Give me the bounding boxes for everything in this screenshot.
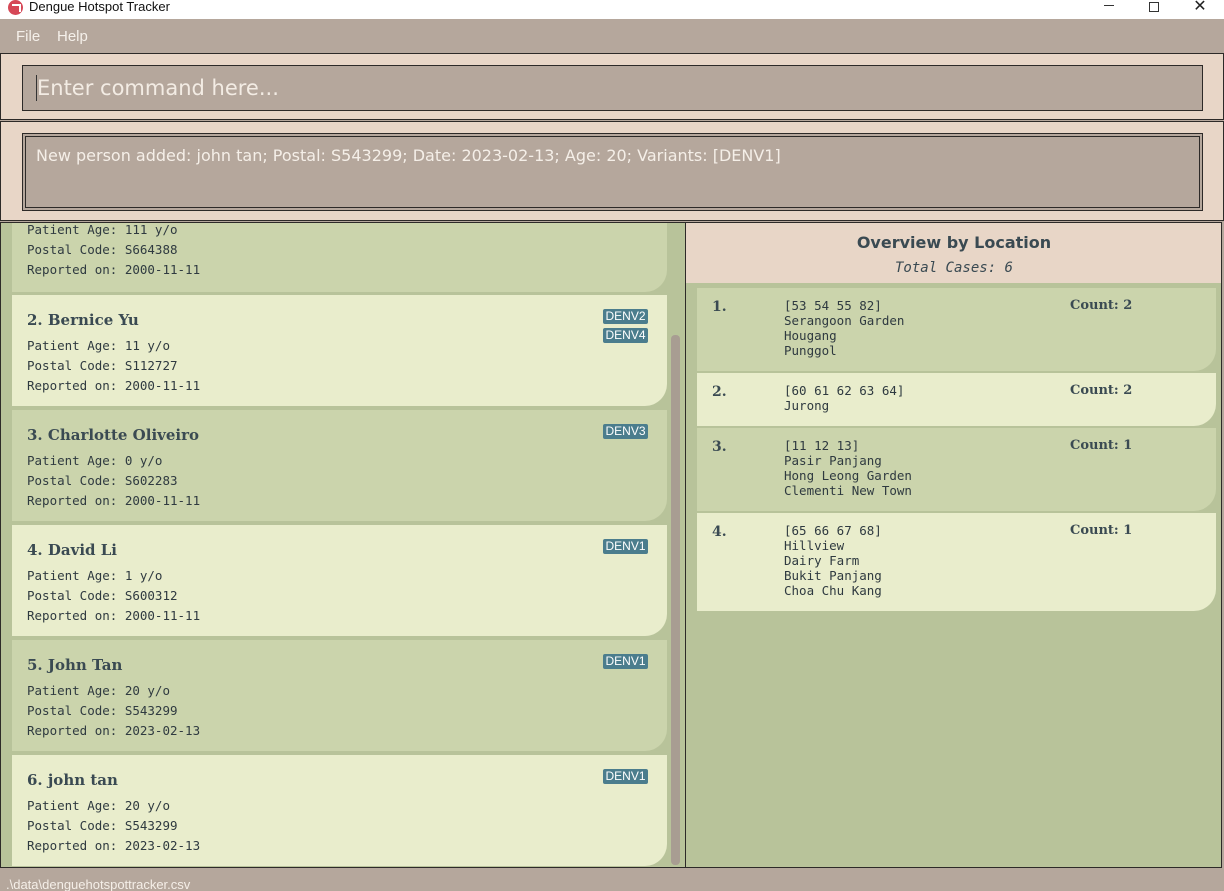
minimize-icon — [1104, 5, 1114, 6]
location-postals: [65 66 67 68] — [784, 523, 882, 538]
maximize-icon — [1149, 1, 1159, 12]
location-card[interactable]: 4. [65 66 67 68] Hillview Dairy Farm Buk… — [697, 513, 1216, 611]
person-card[interactable]: 6. john tan DENV1 Patient Age: 20 y/o Po… — [12, 755, 667, 866]
app-logo-icon — [8, 0, 23, 15]
location-area: Bukit Panjang — [784, 568, 882, 583]
menu-bar: File Help — [0, 19, 1224, 53]
postal-code: Postal Code: S112727 — [27, 358, 178, 373]
title-bar: Dengue Hotspot Tracker ✕ — [0, 0, 1224, 19]
location-area: Hougang — [784, 328, 837, 343]
window-title: Dengue Hotspot Tracker — [29, 0, 170, 14]
person-card[interactable]: 4. David Li DENV1 Patient Age: 1 y/o Pos… — [12, 525, 667, 636]
overview-panel: Overview by Location Total Cases: 6 1. [… — [686, 222, 1222, 868]
location-area: Serangoon Garden — [784, 313, 905, 328]
location-area: Jurong — [784, 398, 830, 413]
command-input[interactable] — [22, 65, 1203, 111]
overview-header: Overview by Location Total Cases: 6 — [686, 223, 1221, 283]
location-count: Count: 1 — [1070, 523, 1133, 538]
overview-title: Overview by Location — [856, 233, 1052, 252]
patient-age: Patient Age: 20 y/o — [27, 798, 170, 813]
location-count: Count: 1 — [1070, 438, 1133, 453]
menu-file[interactable]: File — [16, 28, 40, 45]
variant-badge: DENV4 — [603, 328, 648, 343]
location-area: Punggol — [784, 343, 837, 358]
variant-badge: DENV1 — [603, 654, 648, 669]
location-postals: [11 12 13] — [784, 438, 860, 453]
postal-code: Postal Code: S543299 — [27, 818, 178, 833]
reported-date: Reported on: 2023-02-13 — [27, 723, 201, 738]
patient-age: Patient Age: 20 y/o — [27, 683, 170, 698]
location-index: 4. — [712, 524, 727, 540]
location-area: Hillview — [784, 538, 845, 553]
location-area: Pasir Panjang — [784, 453, 882, 468]
total-cases: Total Cases: 6 — [894, 260, 1013, 276]
location-area: Clementi New Town — [784, 483, 912, 498]
patient-age: Patient Age: 1 y/o — [27, 568, 163, 583]
patient-age: Patient Age: 0 y/o — [27, 453, 163, 468]
person-name: 4. David Li — [27, 541, 117, 559]
patient-age: Patient Age: 11 y/o — [27, 338, 170, 353]
result-message: New person added: john tan; Postal: S543… — [36, 146, 781, 165]
person-name: 5. John Tan — [27, 656, 123, 674]
location-count: Count: 2 — [1070, 298, 1133, 313]
location-area: Choa Chu Kang — [784, 583, 882, 598]
result-display[interactable]: New person added: john tan; Postal: S543… — [22, 133, 1203, 211]
menu-help[interactable]: Help — [57, 28, 88, 45]
reported-date: Reported on: 2000-11-11 — [27, 493, 201, 508]
reported-date: Reported on: 2000-11-11 — [27, 378, 201, 393]
reported-date: Reported on: 2000-11-11 — [27, 262, 201, 277]
variant-badge: DENV3 — [603, 424, 648, 439]
variant-badge: DENV1 — [603, 769, 648, 784]
location-index: 2. — [712, 384, 727, 400]
postal-code: Postal Code: S602283 — [27, 473, 178, 488]
variant-badge: DENV1 — [603, 539, 648, 554]
person-name: 3. Charlotte Oliveiro — [27, 426, 200, 444]
postal-code: Postal Code: S664388 — [27, 242, 178, 257]
location-count: Count: 2 — [1070, 383, 1133, 398]
location-postals: [60 61 62 63 64] — [784, 383, 905, 398]
person-name: 6. john tan — [27, 771, 118, 789]
command-box-panel — [0, 53, 1224, 120]
location-area: Hong Leong Garden — [784, 468, 912, 483]
postal-code: Postal Code: S543299 — [27, 703, 178, 718]
close-icon: ✕ — [1193, 0, 1207, 15]
status-bar: .\data\denguehotspottracker.csv — [0, 869, 1224, 891]
person-list-scrollbar[interactable] — [671, 335, 680, 865]
save-file-path: .\data\denguehotspottracker.csv — [6, 877, 191, 891]
text-caret — [36, 75, 37, 101]
variant-badge: DENV2 — [603, 309, 648, 324]
location-card[interactable]: 2. [60 61 62 63 64] Jurong Count: 2 — [697, 373, 1216, 426]
reported-date: Reported on: 2000-11-11 — [27, 608, 201, 623]
close-button[interactable]: ✕ — [1177, 0, 1223, 19]
person-name: 2. Bernice Yu — [27, 311, 139, 329]
maximize-button[interactable] — [1131, 0, 1177, 19]
result-display-panel: New person added: john tan; Postal: S543… — [0, 121, 1224, 221]
person-card[interactable]: Patient Age: 111 y/o Postal Code: S66438… — [12, 222, 667, 292]
patient-age: Patient Age: 111 y/o — [27, 222, 178, 237]
minimize-button[interactable] — [1086, 0, 1132, 19]
person-list-panel[interactable]: Patient Age: 111 y/o Postal Code: S66438… — [0, 222, 686, 868]
location-card[interactable]: 3. [11 12 13] Pasir Panjang Hong Leong G… — [697, 428, 1216, 511]
location-index: 1. — [712, 299, 727, 315]
person-card[interactable]: 2. Bernice Yu DENV2 DENV4 Patient Age: 1… — [12, 295, 667, 406]
person-card[interactable]: 3. Charlotte Oliveiro DENV3 Patient Age:… — [12, 410, 667, 521]
location-card[interactable]: 1. [53 54 55 82] Serangoon Garden Hougan… — [697, 288, 1216, 371]
postal-code: Postal Code: S600312 — [27, 588, 178, 603]
location-area: Dairy Farm — [784, 553, 860, 568]
person-card[interactable]: 5. John Tan DENV1 Patient Age: 20 y/o Po… — [12, 640, 667, 751]
location-postals: [53 54 55 82] — [784, 298, 882, 313]
reported-date: Reported on: 2023-02-13 — [27, 838, 201, 853]
location-index: 3. — [712, 439, 727, 455]
